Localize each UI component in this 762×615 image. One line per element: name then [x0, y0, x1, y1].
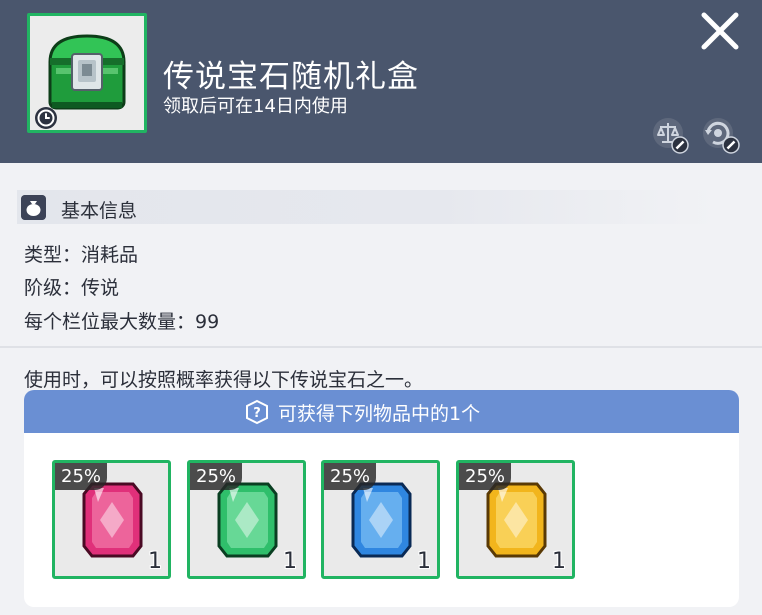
- item-description: 使用时，可以按照概率获得以下传说宝石之一。: [24, 369, 424, 391]
- green-gem-icon: [217, 482, 278, 558]
- reward-header-text: 可获得下列物品中的1个: [278, 403, 481, 425]
- item-quantity: 1: [417, 549, 431, 574]
- reward-header: ? 可获得下列物品中的1个: [24, 390, 739, 433]
- close-icon[interactable]: [698, 9, 742, 53]
- reward-box: ? 可获得下列物品中的1个 25% 1 25% 1 25% 1 25% 1: [24, 390, 739, 607]
- random-box-icon: ?: [246, 399, 268, 425]
- treasure-chest-icon: [48, 34, 126, 110]
- item-max-stack: 每个栏位最大数量：99: [24, 311, 220, 333]
- item-type: 类型：消耗品: [24, 244, 139, 266]
- blue-gem-icon: [351, 482, 412, 558]
- drop-chance: 25%: [324, 463, 377, 490]
- reward-slot[interactable]: 25% 1: [456, 460, 575, 579]
- yellow-gem-icon: [486, 482, 547, 558]
- item-quantity: 1: [148, 549, 162, 574]
- item-quantity: 1: [283, 549, 297, 574]
- trade-disabled-icon: [653, 118, 689, 154]
- divider: [0, 346, 762, 348]
- reward-slot[interactable]: 25% 1: [321, 460, 440, 579]
- time-limit-icon: [35, 107, 57, 129]
- item-title: 传说宝石随机礼盒: [163, 59, 419, 95]
- svg-text:?: ?: [253, 406, 261, 421]
- item-quantity: 1: [552, 549, 566, 574]
- section-title: 基本信息: [61, 200, 138, 222]
- item-subtitle: 领取后可在14日内使用: [163, 96, 348, 117]
- item-grade: 阶级：传说: [24, 277, 120, 299]
- drop-chance: 25%: [459, 463, 512, 490]
- drop-chance: 25%: [190, 463, 243, 490]
- reset-disabled-icon: [703, 118, 740, 154]
- reward-slot[interactable]: 25% 1: [187, 460, 306, 579]
- item-icon-frame: [27, 13, 147, 133]
- pink-gem-icon: [82, 482, 143, 558]
- reward-slot[interactable]: 25% 1: [52, 460, 171, 579]
- item-header: 传说宝石随机礼盒 领取后可在14日内使用: [0, 0, 762, 163]
- drop-chance: 25%: [55, 463, 108, 490]
- bag-icon: [21, 195, 46, 220]
- basic-info-section: 基本信息: [17, 190, 717, 224]
